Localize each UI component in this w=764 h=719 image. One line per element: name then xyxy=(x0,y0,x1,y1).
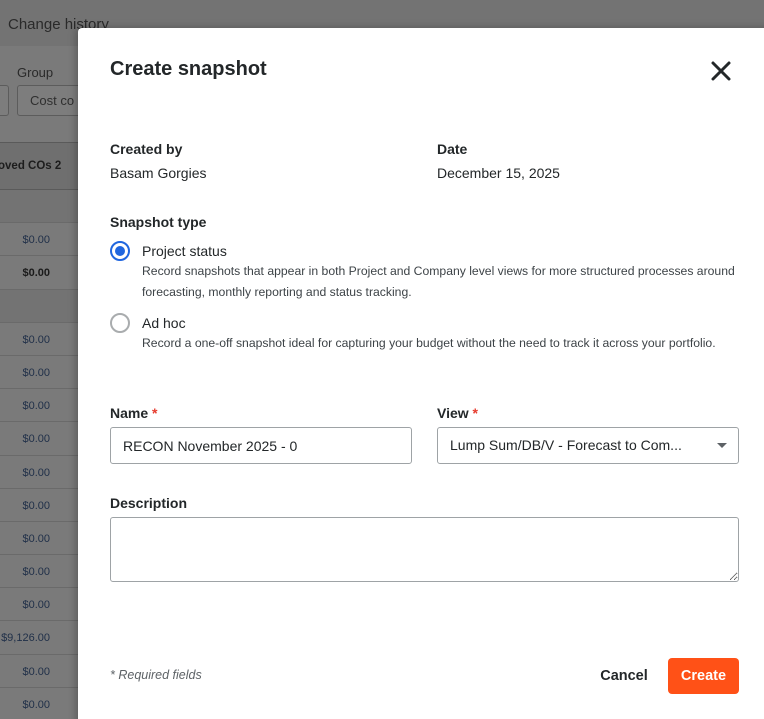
table-row: $9,126.00 xyxy=(0,621,78,655)
table-section-row xyxy=(0,289,78,323)
ad-hoc-radio[interactable] xyxy=(110,313,130,333)
table-row: $0.00 xyxy=(0,389,78,423)
table-row: $0.00 xyxy=(0,588,78,622)
cancel-button[interactable]: Cancel xyxy=(588,658,660,694)
background-table: oved COs 2 $0.00 $0.00 $0.00 $0.00 $0.00 $0.0… xyxy=(0,142,78,719)
modal-title: Create snapshot xyxy=(110,58,267,80)
view-label: View * xyxy=(437,405,478,421)
project-status-description: Record snapshots that appear in both Pro… xyxy=(142,264,735,299)
table-row: $0.00 xyxy=(0,323,78,356)
project-status-label[interactable]: Project status xyxy=(142,243,227,259)
required-fields-note: * Required fields xyxy=(110,668,202,682)
ad-hoc-label[interactable]: Ad hoc xyxy=(142,315,186,331)
snapshot-type-label: Snapshot type xyxy=(110,214,207,230)
date-value: December 15, 2025 xyxy=(437,165,560,181)
table-section-row xyxy=(0,190,78,224)
table-row: $0.00 xyxy=(0,456,78,489)
group-label: Group xyxy=(17,65,54,80)
background-filter-stub xyxy=(0,85,9,116)
table-row: $0.00 xyxy=(0,422,78,456)
table-row: $0.00 xyxy=(0,356,78,390)
table-row: $0.00 xyxy=(0,555,78,589)
table-row: $0.00 xyxy=(0,256,78,290)
view-select-value: Lump Sum/DB/V - Forecast to Com... xyxy=(450,437,682,453)
view-required-mark: * xyxy=(472,405,478,421)
close-button[interactable] xyxy=(706,56,736,86)
create-snapshot-modal: Create snapshot Created by Basam Gorgies… xyxy=(78,28,764,719)
name-required-mark: * xyxy=(152,405,158,421)
name-input[interactable] xyxy=(110,427,412,464)
table-row: $0.00 xyxy=(0,655,78,688)
description-label: Description xyxy=(110,495,188,511)
name-label: Name * xyxy=(110,405,157,421)
ad-hoc-description: Record a one-off snapshot ideal for capt… xyxy=(142,336,716,350)
create-button[interactable]: Create xyxy=(668,658,739,694)
table-row: $0.00 xyxy=(0,223,78,257)
project-status-radio[interactable] xyxy=(110,241,130,261)
table-row: $0.00 xyxy=(0,522,78,556)
table-row: $0.00 xyxy=(0,489,78,522)
name-label-text: Name xyxy=(110,405,149,421)
table-row: $0.00 xyxy=(0,688,78,719)
close-icon xyxy=(711,61,731,81)
view-select[interactable]: Lump Sum/DB/V - Forecast to Com... xyxy=(437,427,739,464)
caret-down-icon xyxy=(717,443,727,448)
created-by-label: Created by xyxy=(110,141,183,157)
table-header: oved COs 2 xyxy=(0,142,78,190)
date-label: Date xyxy=(437,141,468,157)
created-by-value: Basam Gorgies xyxy=(110,165,207,181)
view-label-text: View xyxy=(437,405,469,421)
description-textarea[interactable] xyxy=(110,517,739,582)
